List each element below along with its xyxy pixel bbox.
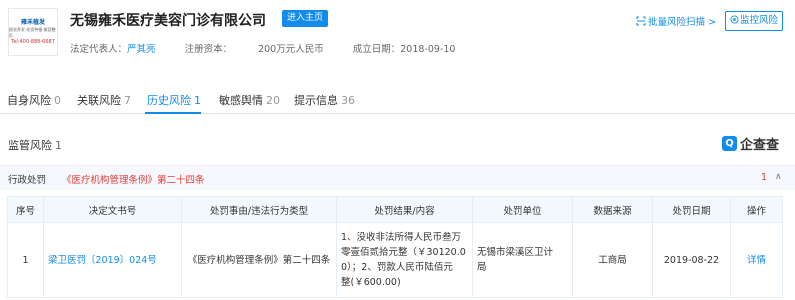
- subhead-reason: 《医疗机构管理条例》第二十四条: [62, 175, 205, 186]
- tab-label: 自身风险: [7, 94, 51, 107]
- tab-label: 关联风险: [77, 94, 121, 107]
- admin-penalty-header[interactable]: 行政处罚 《医疗机构管理条例》第二十四条 1 ∧: [0, 165, 795, 190]
- founded-label: 成立日期：: [352, 44, 401, 55]
- col-header: 序号: [7, 196, 44, 223]
- tab-sensitive-opinion[interactable]: 敏感舆情 20: [219, 92, 280, 108]
- tab-count: 20: [266, 94, 280, 107]
- tab-count: 1: [194, 94, 201, 107]
- penalty-result: 1、没收非法所得人民币叁万 零壹佰贰拾元整（￥30120.0 0）；2、罚款人民…: [336, 222, 473, 298]
- document-number-link[interactable]: 梁卫医罚〔2019〕024号: [48, 255, 157, 266]
- penalty-unit-line: 无锡市梁溪区卫计: [477, 247, 554, 258]
- monitor-icon: [730, 15, 739, 24]
- row-number: 1: [7, 222, 44, 298]
- penalty-unit-line: 局: [477, 262, 487, 273]
- risk-tabs: 自身风险 0 关联风险 7 历史风险 1 敏感舆情 20 提示信息 36: [0, 86, 795, 114]
- monitor-risk-button[interactable]: 监控风险: [725, 11, 783, 31]
- tab-label: 敏感舆情: [219, 94, 263, 107]
- col-header: 操作: [730, 196, 783, 223]
- penalty-table: 序号 决定文书号 处罚事由/违法行为类型 处罚结果/内容 处罚单位 数据来源 处…: [7, 196, 783, 298]
- legal-rep-label: 法定代表人：: [70, 44, 128, 55]
- company-header: 雍禾植发 植发养发·毛发种植·美容整形 Tel:400-888-6687 无锡雍…: [0, 0, 795, 78]
- tab-count: 0: [54, 94, 61, 107]
- subhead-count: 1: [761, 172, 768, 183]
- table-header-row: 序号 决定文书号 处罚事由/违法行为类型 处罚结果/内容 处罚单位 数据来源 处…: [7, 196, 783, 223]
- penalty-result-line: 零壹佰贰拾元整（￥30120.0: [341, 247, 466, 258]
- qichacha-icon: Q: [722, 136, 737, 151]
- scan-icon: [636, 16, 646, 26]
- col-header: 数据来源: [572, 196, 653, 223]
- company-meta: 法定代表人：严其亮 注册资本： 200万元人民币 成立日期：2018-09-10: [70, 41, 481, 55]
- qichacha-logo: Q 企查查: [722, 134, 779, 153]
- company-name: 无锡雍禾医疗美容门诊有限公司: [70, 13, 266, 29]
- subhead-label: 行政处罚: [8, 175, 47, 186]
- logo-subtitle: 植发养发·毛发种植·美容整形: [9, 26, 56, 38]
- logo-phone: Tel:400-888-6687: [11, 38, 55, 45]
- section-title-text: 监管风险: [8, 139, 52, 152]
- col-header: 处罚单位: [472, 196, 573, 223]
- tab-count: 36: [341, 94, 355, 107]
- tab-related-risk[interactable]: 关联风险 7: [77, 92, 131, 108]
- section-count: 1: [55, 139, 62, 152]
- logo-title: 雍禾植发: [20, 18, 45, 26]
- tab-tips[interactable]: 提示信息 36: [294, 92, 355, 108]
- company-logo: 雍禾植发 植发养发·毛发种植·美容整形 Tel:400-888-6687: [8, 8, 58, 56]
- qichacha-text: 企查查: [740, 138, 780, 153]
- active-tab-indicator: [145, 112, 201, 114]
- penalty-result-line: 0）；2、罚款人民币陆佰元: [341, 262, 453, 273]
- data-source: 工商局: [572, 222, 653, 298]
- founded-value: 2018-09-10: [400, 44, 456, 55]
- col-header: 处罚事由/违法行为类型: [181, 196, 337, 223]
- enter-homepage-button[interactable]: 进入主页: [282, 10, 329, 27]
- penalty-result-line: 整(￥600.00): [341, 277, 401, 288]
- tab-self-risk[interactable]: 自身风险 0: [7, 92, 61, 108]
- tab-label: 历史风险: [147, 94, 191, 107]
- tab-count: 7: [124, 94, 131, 107]
- detail-link[interactable]: 详情: [747, 255, 766, 266]
- col-header: 处罚结果/内容: [336, 196, 473, 223]
- section-title: 监管风险 1: [8, 137, 62, 153]
- monitor-risk-label: 监控风险: [739, 15, 778, 26]
- penalty-date: 2019-08-22: [652, 222, 731, 298]
- chevron-up-icon[interactable]: ∧: [775, 172, 782, 182]
- col-header: 决定文书号: [43, 196, 182, 223]
- capital-value: 200万元人民币: [258, 44, 324, 55]
- tab-label: 提示信息: [294, 94, 338, 107]
- penalty-unit: 无锡市梁溪区卫计 局: [472, 222, 573, 298]
- col-header: 处罚日期: [652, 196, 731, 223]
- batch-scan-label: 批量风险扫描 >: [648, 17, 716, 28]
- penalty-reason: 《医疗机构管理条例》第二十四条: [181, 222, 337, 298]
- table-row: 1 梁卫医罚〔2019〕024号 《医疗机构管理条例》第二十四条 1、没收非法所…: [7, 222, 783, 298]
- legal-rep-link[interactable]: 严其亮: [127, 44, 156, 55]
- tab-history-risk[interactable]: 历史风险 1: [147, 92, 201, 108]
- batch-scan-link[interactable]: 批量风险扫描 >: [636, 14, 716, 28]
- capital-label: 注册资本：: [184, 44, 233, 55]
- penalty-result-line: 1、没收非法所得人民币叁万: [341, 232, 462, 243]
